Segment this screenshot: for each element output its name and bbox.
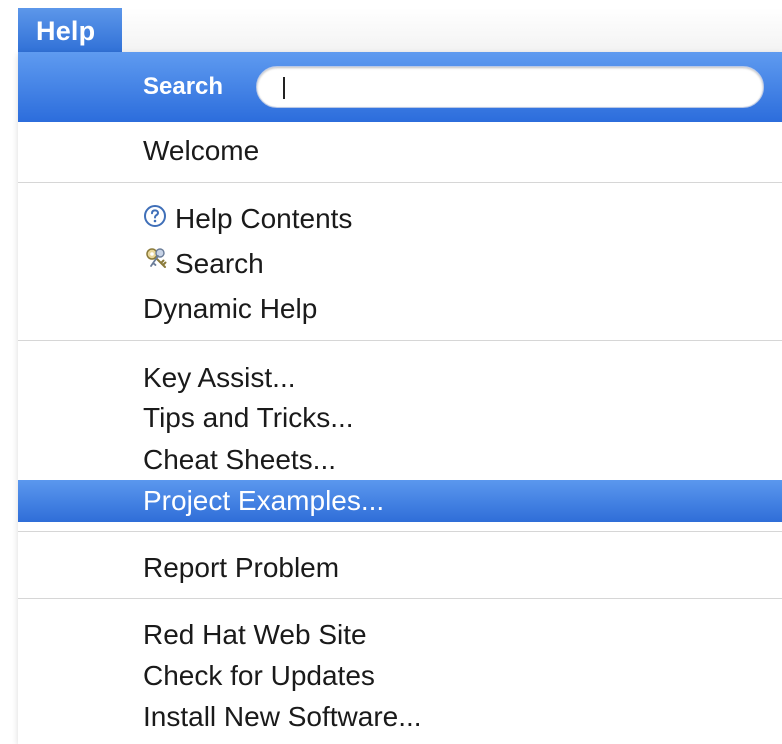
menu-item-label: Project Examples... bbox=[143, 485, 385, 516]
menu-separator bbox=[18, 531, 782, 532]
menu-item-cheat-sheets[interactable]: Cheat Sheets... bbox=[18, 439, 782, 481]
help-menu-dropdown: Search Welcome Help Contents Search Dyna… bbox=[18, 52, 782, 744]
question-circle-icon bbox=[143, 198, 167, 240]
menu-item-report-problem[interactable]: Report Problem bbox=[18, 547, 782, 589]
menu-help-title[interactable]: Help bbox=[18, 8, 122, 54]
menu-item-label: Dynamic Help bbox=[143, 293, 318, 324]
menu-item-welcome[interactable]: Welcome bbox=[18, 130, 782, 172]
keys-icon bbox=[143, 243, 171, 285]
menubar bbox=[122, 8, 782, 52]
screen: Help Search Welcome Help Contents Search… bbox=[0, 0, 782, 744]
menu-separator bbox=[18, 598, 782, 599]
menu-item-label: Report Problem bbox=[143, 552, 340, 583]
menu-item-install-new-software[interactable]: Install New Software... bbox=[18, 696, 782, 738]
search-label: Search bbox=[143, 73, 224, 100]
menu-item-label: Key Assist... bbox=[143, 362, 296, 393]
menu-item-label: Cheat Sheets... bbox=[143, 444, 337, 475]
menu-item-label: Red Hat Web Site bbox=[143, 619, 367, 650]
menu-separator bbox=[18, 182, 782, 183]
menu-search-row: Search bbox=[18, 52, 782, 122]
menu-item-search[interactable]: Search bbox=[18, 243, 782, 285]
search-field-container[interactable] bbox=[256, 66, 764, 108]
text-caret bbox=[283, 77, 285, 99]
menu-item-help-contents[interactable]: Help Contents bbox=[18, 198, 782, 240]
menu-item-tips-and-tricks[interactable]: Tips and Tricks... bbox=[18, 397, 782, 439]
search-input[interactable] bbox=[275, 73, 749, 103]
menu-item-label: Welcome bbox=[143, 135, 260, 166]
menu-item-label: Install New Software... bbox=[143, 701, 422, 732]
menu-item-label: Check for Updates bbox=[143, 660, 375, 691]
menu-item-red-hat-web-site[interactable]: Red Hat Web Site bbox=[18, 614, 782, 656]
menu-item-label: Help Contents bbox=[175, 203, 353, 234]
menu-separator bbox=[18, 340, 782, 341]
menu-item-dynamic-help[interactable]: Dynamic Help bbox=[18, 288, 782, 330]
menu-item-label: Search bbox=[175, 248, 264, 279]
menu-item-key-assist[interactable]: Key Assist... bbox=[18, 357, 782, 399]
menu-item-check-for-updates[interactable]: Check for Updates bbox=[18, 655, 782, 697]
menu-item-project-examples[interactable]: Project Examples... bbox=[18, 480, 782, 522]
menu-item-label: Tips and Tricks... bbox=[143, 402, 354, 433]
